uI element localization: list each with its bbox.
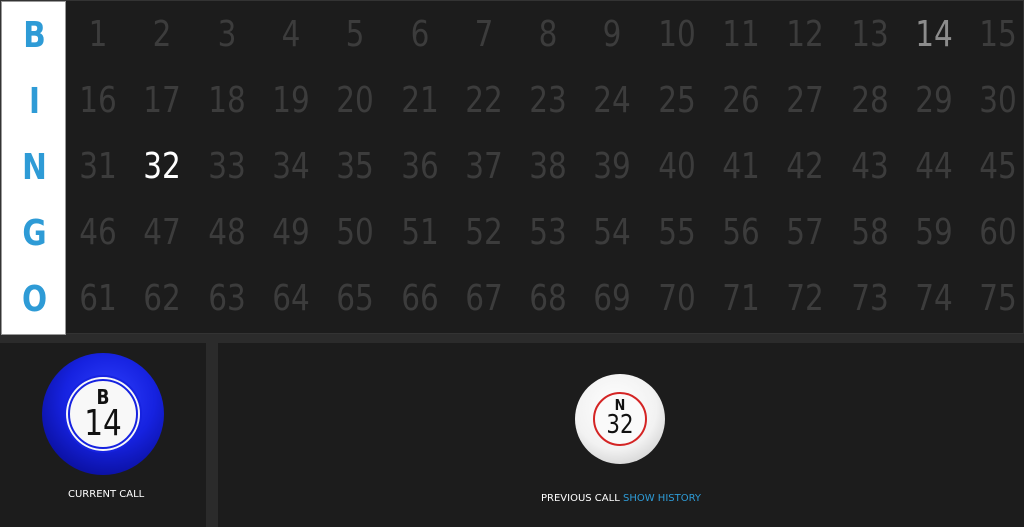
number-cell-32: 32: [143, 146, 182, 187]
number-cell-5: 5: [345, 14, 365, 55]
number-cell-52: 52: [465, 212, 503, 253]
number-cell-43: 43: [850, 146, 889, 187]
number-cell-31: 31: [79, 146, 117, 187]
number-cell-41: 41: [722, 146, 760, 187]
number-cell-59: 59: [915, 212, 953, 253]
letter-b: B: [23, 15, 46, 56]
previous-call-label: PREVIOUS CALL: [541, 493, 620, 504]
bingo-board: B I N G O 1 2 3 4 5 6 7 8 9 10 11 12 13 14 15 16 17 18 19 2…: [0, 0, 1024, 335]
number-cell-75: 75: [979, 278, 1017, 319]
number-cell-26: 26: [722, 80, 760, 121]
bingo-letter-column: B I N G O: [1, 1, 66, 335]
number-cell-16: 16: [79, 80, 117, 121]
number-cell-29: 29: [915, 80, 953, 121]
number-cell-61: 61: [79, 278, 117, 319]
number-cell-21: 21: [400, 80, 439, 121]
number-cell-71: 71: [722, 278, 760, 319]
number-cell-11: 11: [722, 14, 760, 55]
number-cell-46: 46: [79, 212, 117, 253]
number-cell-33: 33: [207, 146, 246, 187]
number-cell-51: 51: [400, 212, 439, 253]
number-cell-24: 24: [593, 80, 632, 121]
number-cell-57: 57: [786, 212, 825, 253]
number-cell-36: 36: [400, 146, 439, 187]
number-cell-9: 9: [602, 14, 622, 55]
number-cell-44: 44: [915, 146, 953, 187]
number-cell-2: 2: [152, 14, 172, 55]
previous-ball-face: N 32: [593, 392, 647, 446]
current-ball-face: B 14: [66, 377, 140, 451]
previous-call-number: 32: [606, 410, 634, 440]
number-cell-65: 65: [336, 278, 374, 319]
number-cell-58: 58: [850, 212, 889, 253]
show-history-link[interactable]: SHOW HISTORY: [623, 493, 701, 504]
number-cell-28: 28: [850, 80, 889, 121]
number-cell-49: 49: [272, 212, 310, 253]
number-cell-27: 27: [786, 80, 825, 121]
letter-i: I: [29, 81, 40, 122]
number-cell-3: 3: [217, 14, 236, 55]
number-cell-40: 40: [657, 146, 696, 187]
number-cell-38: 38: [529, 146, 567, 187]
letter-n: N: [22, 147, 47, 188]
number-cell-68: 68: [529, 278, 567, 319]
number-cell-45: 45: [979, 146, 1017, 187]
number-cell-14: 14: [915, 14, 953, 55]
number-cell-67: 67: [465, 278, 503, 319]
number-cell-39: 39: [593, 146, 632, 187]
number-cell-10: 10: [657, 14, 696, 55]
number-cell-37: 37: [465, 146, 503, 187]
number-cell-69: 69: [593, 278, 632, 319]
number-cell-56: 56: [722, 212, 760, 253]
number-cell-34: 34: [272, 146, 310, 187]
number-cell-4: 4: [281, 14, 301, 55]
current-call-number: 14: [84, 403, 122, 444]
number-cell-50: 50: [336, 212, 374, 253]
number-cell-1: 1: [88, 14, 108, 55]
number-cell-17: 17: [143, 80, 182, 121]
number-cell-19: 19: [272, 80, 310, 121]
number-cell-13: 13: [850, 14, 889, 55]
current-call-label: CURRENT CALL: [68, 489, 145, 500]
number-cell-42: 42: [786, 146, 825, 187]
number-cell-48: 48: [207, 212, 246, 253]
number-cell-62: 62: [143, 278, 182, 319]
number-cell-23: 23: [529, 80, 567, 121]
number-cell-20: 20: [336, 80, 374, 121]
number-cell-22: 22: [465, 80, 503, 121]
number-cell-60: 60: [979, 212, 1017, 253]
number-cell-55: 55: [657, 212, 696, 253]
number-cell-74: 74: [915, 278, 953, 319]
previous-call-ball: N 32: [575, 374, 665, 464]
current-call-ball: B 14: [42, 353, 164, 475]
number-cell-8: 8: [538, 14, 558, 55]
number-cell-73: 73: [850, 278, 889, 319]
number-cell-66: 66: [400, 278, 439, 319]
letter-g: G: [22, 213, 47, 254]
number-cell-25: 25: [657, 80, 696, 121]
number-cell-30: 30: [979, 80, 1017, 121]
number-cell-64: 64: [272, 278, 310, 319]
number-cell-7: 7: [474, 14, 494, 55]
number-cell-15: 15: [979, 14, 1017, 55]
number-cell-35: 35: [336, 146, 374, 187]
letter-o: O: [21, 279, 48, 320]
number-cell-12: 12: [786, 14, 825, 55]
number-cell-63: 63: [207, 278, 246, 319]
number-cell-72: 72: [786, 278, 825, 319]
number-cell-47: 47: [143, 212, 182, 253]
number-cell-70: 70: [657, 278, 696, 319]
number-cell-18: 18: [207, 80, 246, 121]
number-cell-6: 6: [410, 14, 429, 55]
number-cell-53: 53: [529, 212, 567, 253]
number-cell-54: 54: [593, 212, 632, 253]
